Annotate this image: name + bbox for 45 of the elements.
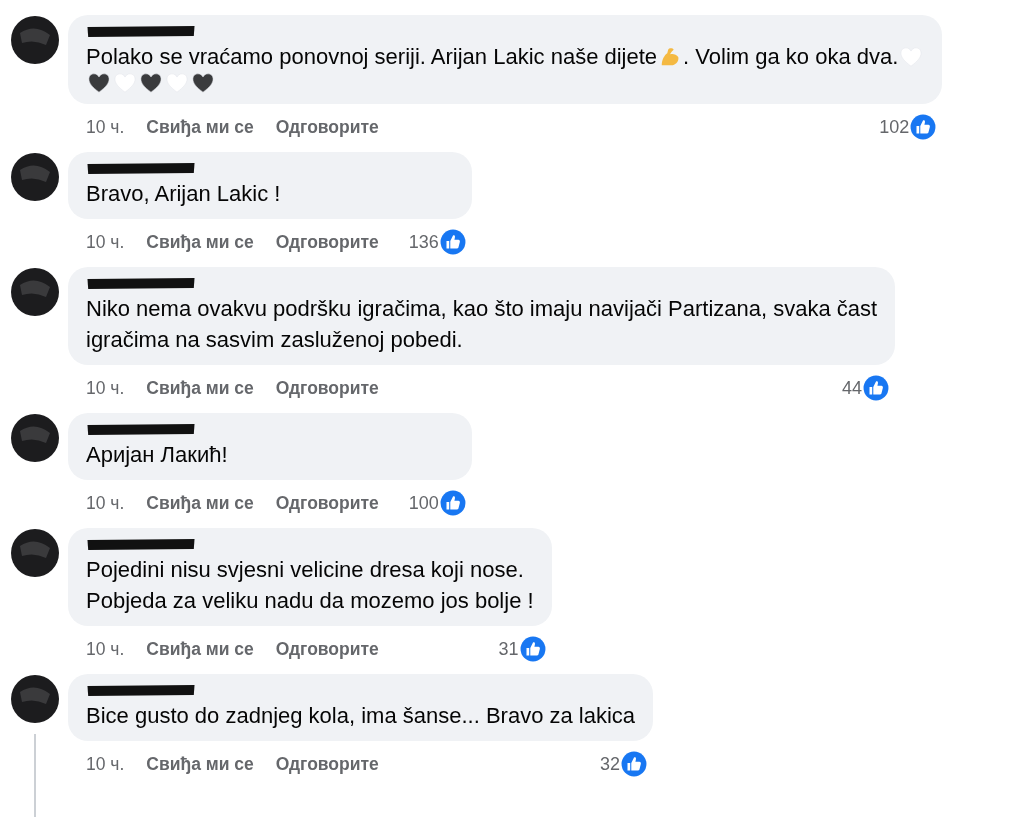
- comment-text: Pojedini nisu svjesni velicine dresa koji nose.: [86, 556, 524, 584]
- reaction-count: 102: [879, 116, 910, 138]
- comment-time: 10 ч.: [86, 753, 125, 775]
- like-link[interactable]: Свиђа ми се: [146, 492, 254, 514]
- reaction-count: 31: [498, 638, 519, 660]
- comment-time: 10 ч.: [86, 638, 125, 660]
- like-link[interactable]: Свиђа ми се: [146, 231, 254, 253]
- reply-link[interactable]: Одговорите: [275, 231, 379, 253]
- comment-text: igračima na sasvim zasluženoj pobedi.: [86, 326, 463, 354]
- comment-text: Pobjeda za veliku nadu da mozemo jos bolje !: [86, 587, 534, 615]
- like-icon[interactable]: [439, 490, 466, 516]
- comment-time: 10 ч.: [86, 377, 125, 399]
- like-icon[interactable]: [863, 375, 890, 401]
- reaction-count: 44: [842, 377, 863, 399]
- avatar[interactable]: [10, 528, 60, 578]
- like-icon[interactable]: [910, 114, 937, 140]
- reply-link[interactable]: Одговорите: [275, 377, 379, 399]
- comment-text: . Volim ga ko oka dva.: [683, 43, 899, 71]
- avatar[interactable]: [10, 15, 60, 65]
- reply-link[interactable]: Одговорите: [275, 638, 379, 660]
- reply-link[interactable]: Одговорите: [275, 116, 379, 138]
- reply-link[interactable]: Одговорите: [275, 753, 379, 775]
- reaction-count: 136: [408, 231, 439, 253]
- avatar[interactable]: [10, 674, 60, 724]
- comment-text: Bice gusto do zadnjeg kola, ima šanse... Bravo za lakica: [86, 702, 636, 730]
- comment-text: Bravo, Arijan Lakic !: [86, 180, 281, 208]
- like-icon[interactable]: [621, 751, 648, 777]
- like-link[interactable]: Свиђа ми се: [146, 377, 254, 399]
- reaction-count: 32: [600, 753, 621, 775]
- like-link[interactable]: Свиђа ми се: [146, 116, 254, 138]
- comment-time: 10 ч.: [86, 116, 125, 138]
- avatar[interactable]: [10, 152, 60, 202]
- avatar[interactable]: [10, 413, 60, 463]
- like-icon[interactable]: [439, 229, 466, 255]
- like-icon[interactable]: [519, 636, 546, 662]
- comment-time: 10 ч.: [86, 231, 125, 253]
- comment-text: Polako se vraćamo ponovnoj seriji. Arijan Lakic naše dijete: [86, 43, 658, 71]
- comment-text: Niko nema ovakvu podršku igračima, kao što imaju navijači Partizana, svaka čast: [86, 295, 878, 323]
- comment-text: Аријан Лакић!: [86, 441, 228, 469]
- avatar[interactable]: [10, 267, 60, 317]
- reaction-count: 100: [408, 492, 439, 514]
- comment-time: 10 ч.: [86, 492, 125, 514]
- like-link[interactable]: Свиђа ми се: [146, 638, 254, 660]
- reply-link[interactable]: Одговорите: [275, 492, 379, 514]
- like-link[interactable]: Свиђа ми се: [146, 753, 254, 775]
